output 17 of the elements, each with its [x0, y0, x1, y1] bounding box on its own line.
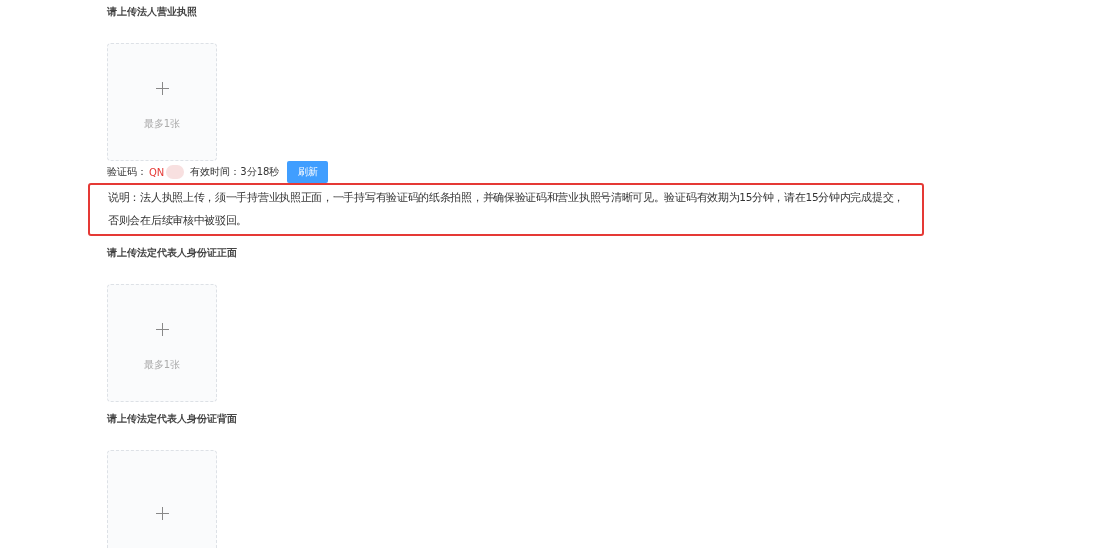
upload-area[interactable]: 最多1张 [107, 43, 217, 161]
refresh-button[interactable]: 刷新 [287, 161, 329, 183]
plus-icon [155, 322, 169, 336]
instruction-note: 说明：法人执照上传，须一手持营业执照正面，一手持写有验证码的纸条拍照，并确保验证码和营业执照号清晰可见。验证码有效期为15分钟，请在15分钟内完成提交，否则会在后续审核中被驳回。 [88, 183, 924, 236]
upload-limit: 最多1张 [143, 357, 181, 372]
plus-icon [155, 506, 169, 520]
captcha-code: QN [149, 166, 165, 178]
upload-area[interactable] [107, 450, 217, 548]
validity-time: 3分18秒 [240, 165, 280, 179]
plus-icon [155, 81, 169, 95]
section-title: 请上传法定代表人身份证正面 [107, 246, 237, 260]
captcha-label: 验证码： [107, 165, 147, 179]
section-title: 请上传法人营业执照 [107, 5, 197, 19]
section-title: 请上传法定代表人身份证背面 [107, 412, 237, 426]
upload-limit: 最多1张 [143, 116, 181, 131]
validity-label: 有效时间： [190, 165, 241, 179]
upload-area[interactable]: 最多1张 [107, 284, 217, 402]
